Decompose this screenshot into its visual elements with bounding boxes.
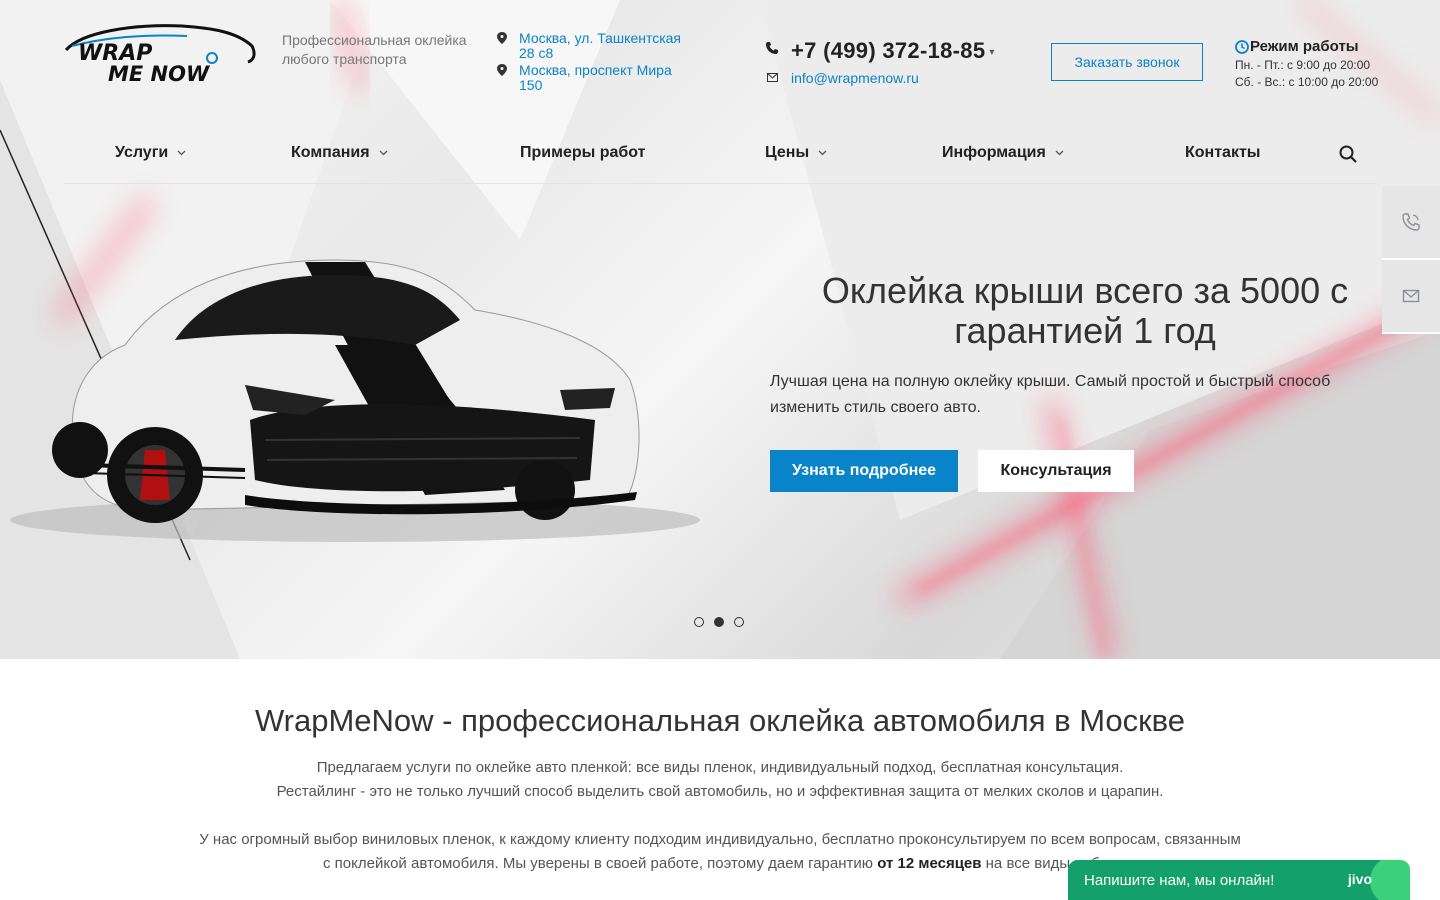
chat-brand-logo: jivo [1347,871,1372,887]
phone-icon [766,42,778,54]
chat-widget[interactable]: Напишите нам, мы онлайн! jivo [1068,860,1410,900]
hours-weekdays: Пн. - Пт.: с 9:00 до 20:00 [1235,58,1371,72]
intro-paragraph-line: Предлагаем услуги по оклейке авто пленко… [316,759,1124,776]
main-nav: Услуги Компания Примеры работ Цены Инфор… [64,130,1376,184]
intro-paragraph-line: У нас огромный выбор виниловых пленок, к… [199,831,1241,848]
nav-item-prices[interactable]: Цены [765,144,827,162]
phone-call-icon [1402,213,1420,231]
addresses: Москва, ул. Ташкентская 28 с8 Москва, пр… [497,31,697,95]
clock-icon [1235,40,1249,54]
logo-text-bottom: ME NOW [108,62,210,86]
warranty-highlight: от 12 месяцев [877,855,982,872]
site-logo[interactable]: WRAP ME NOW [62,20,258,86]
slider-dot[interactable] [714,617,724,627]
nav-item-portfolio[interactable]: Примеры работ [520,144,646,162]
intro-title: WrapMeNow - профессиональная оклейка авт… [254,703,1186,738]
side-mail-button[interactable] [1382,260,1440,334]
mail-icon [1402,289,1420,303]
slide-title: Оклейка крыши всего за 5000 с гарантией … [821,270,1349,351]
nav-item-company[interactable]: Компания [291,144,388,162]
slider-dot[interactable] [694,617,704,627]
search-icon[interactable] [1338,144,1358,164]
slider-pagination [694,617,744,627]
slide-description: Лучшая цена на полную оклейку крыши. Сам… [770,373,1331,416]
learn-more-button[interactable]: Узнать подробнее [770,450,958,492]
map-pin-icon [497,64,507,76]
hours-weekend: Сб. - Вс.: с 10:00 до 20:00 [1235,75,1379,89]
side-call-button[interactable] [1382,186,1440,260]
mail-icon [767,73,778,82]
nav-item-services[interactable]: Услуги [115,144,186,162]
email-link[interactable]: info@wrapmenow.ru [766,70,995,86]
address-item[interactable]: Москва, ул. Ташкентская 28 с8 [497,31,697,61]
chevron-down-icon [379,150,388,156]
order-call-button[interactable]: Заказать звонок [1051,43,1203,81]
map-pin-icon [497,32,507,44]
slider-dot[interactable] [734,617,744,627]
chat-label: Напишите нам, мы онлайн! [1084,871,1275,889]
contact-block: +7 (499) 372-18-85 ▾ info@wrapmenow.ru [766,38,995,86]
address-item[interactable]: Москва, проспект Мира 150 [497,63,697,93]
hours-title: Режим работы [1235,38,1378,55]
chevron-down-icon[interactable]: ▾ [989,47,994,58]
chevron-down-icon [177,150,186,156]
phone-number[interactable]: +7 (499) 372-18-85 ▾ [766,38,995,64]
intro-paragraph-line: Рестайлинг - это не только лучший способ… [276,783,1164,800]
nav-item-info[interactable]: Информация [942,144,1064,162]
chevron-down-icon [1055,150,1064,156]
consultation-button[interactable]: Консультация [978,450,1134,492]
address-text: Москва, ул. Ташкентская 28 с8 [519,30,682,61]
chat-corner-decoration [1370,860,1410,900]
site-slogan: Профессиональная оклейка любого транспор… [282,32,467,67]
working-hours: Режим работы Пн. - Пт.: с 9:00 до 20:00 … [1235,38,1378,89]
address-text: Москва, проспект Мира 150 [519,62,672,93]
car-image [10,259,700,542]
side-contact-widget [1382,186,1440,334]
nav-item-contacts[interactable]: Контакты [1185,144,1260,162]
chevron-down-icon [818,150,827,156]
